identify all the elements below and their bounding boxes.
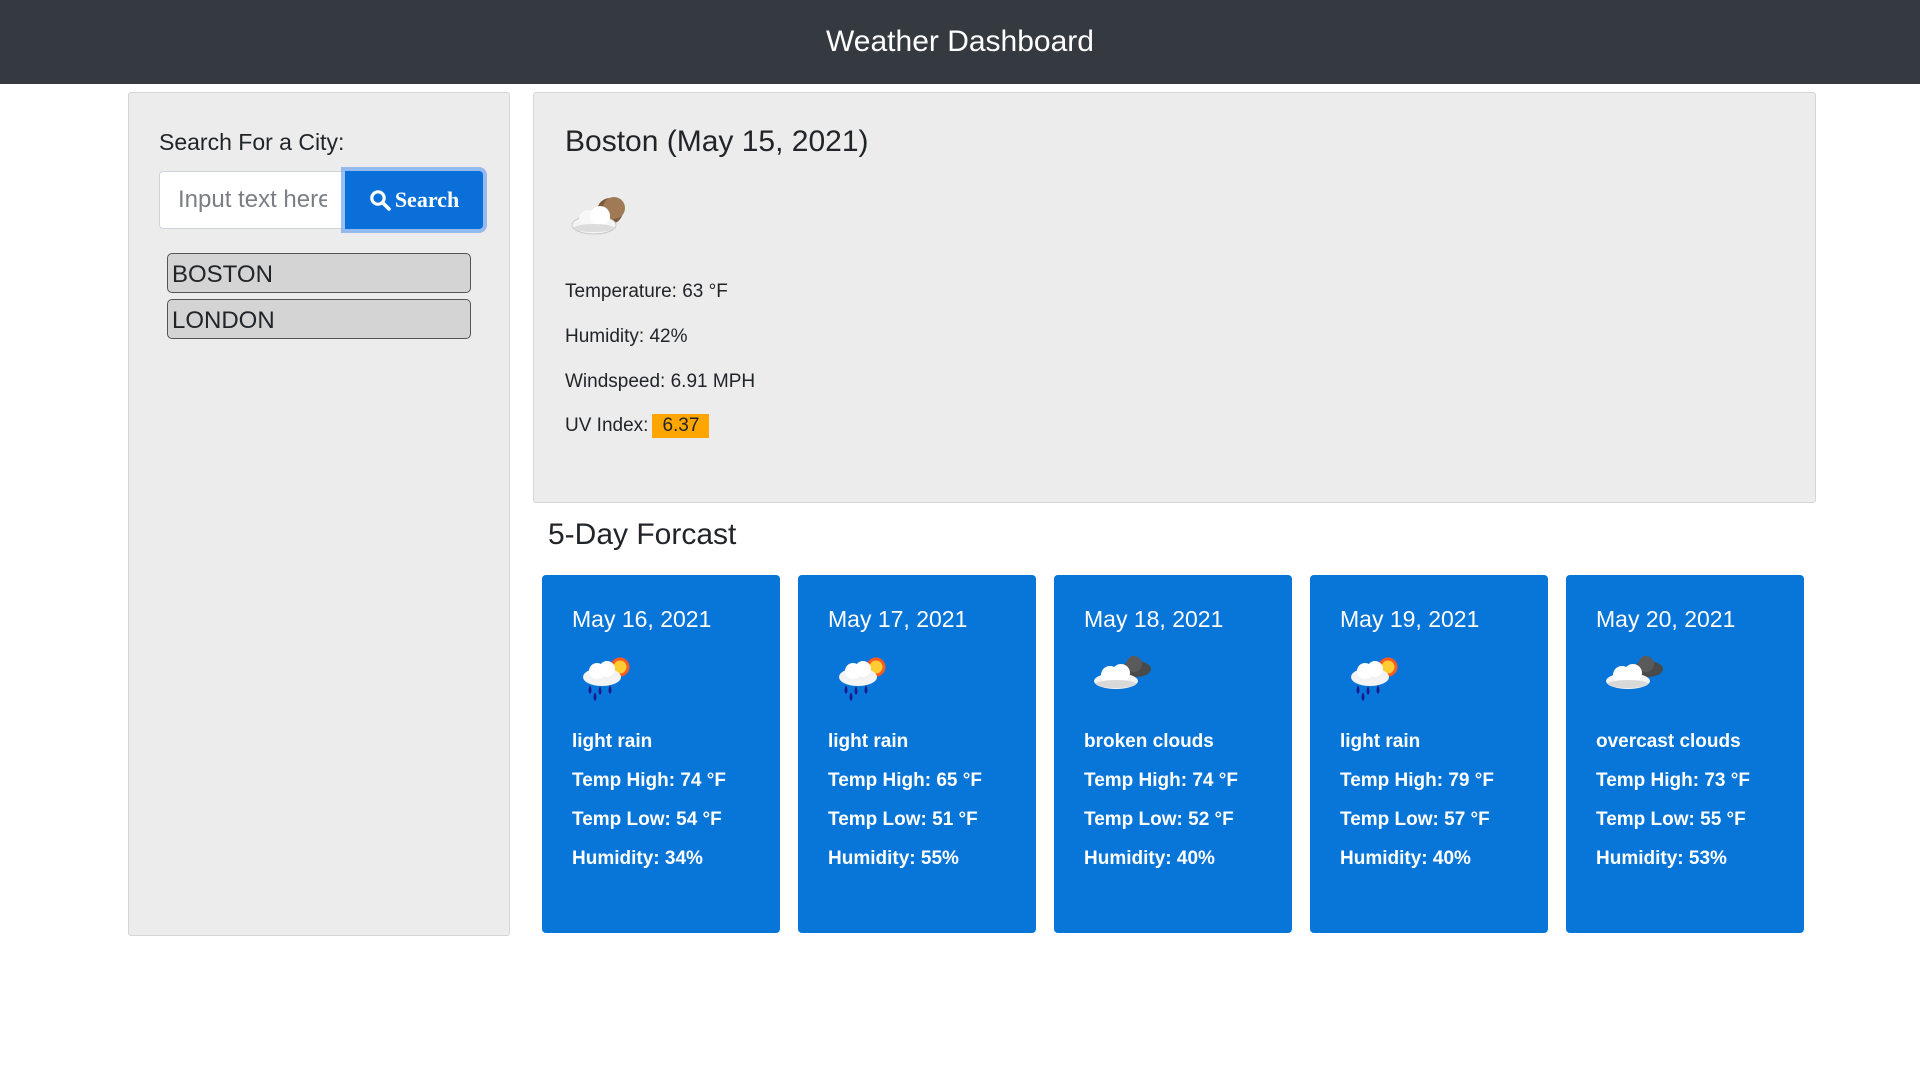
search-icon bbox=[369, 189, 391, 211]
forecast-humidity: Humidity: 34% bbox=[572, 848, 703, 869]
few-clouds-night-icon bbox=[568, 193, 632, 246]
search-history-list: BOSTON LONDON bbox=[167, 253, 471, 345]
forecast-humidity: Humidity: 55% bbox=[828, 848, 959, 869]
forecast-temp-high: Temp High: 73 °F bbox=[1596, 770, 1750, 791]
uv-label: UV Index: bbox=[565, 415, 649, 436]
history-item-boston[interactable]: BOSTON bbox=[167, 253, 471, 293]
forecast-card: May 16, 2021 light rain Temp High: 74 °F… bbox=[542, 575, 780, 933]
forecast-description: broken clouds bbox=[1084, 731, 1214, 752]
forecast-temp-low: Temp Low: 54 °F bbox=[572, 809, 722, 830]
search-panel: Search For a City: Search BOSTON LONDON bbox=[128, 92, 510, 936]
forecast-temp-high: Temp High: 65 °F bbox=[828, 770, 982, 791]
forecast-date: May 20, 2021 bbox=[1596, 606, 1736, 632]
forecast-card: May 19, 2021 light rain Temp High: 79 °F… bbox=[1310, 575, 1548, 933]
top-navbar: Weather Dashboard bbox=[0, 0, 1920, 84]
forecast-card: May 17, 2021 light rain Temp High: 65 °F… bbox=[798, 575, 1036, 933]
city-search-input[interactable] bbox=[159, 171, 345, 229]
current-humidity: Humidity: 42% bbox=[565, 326, 688, 347]
forecast-temp-high: Temp High: 74 °F bbox=[1084, 770, 1238, 791]
forecast-description: overcast clouds bbox=[1596, 731, 1741, 752]
forecast-card: May 18, 2021 broken clouds Temp High: 74… bbox=[1054, 575, 1292, 933]
forecast-temp-low: Temp Low: 55 °F bbox=[1596, 809, 1746, 830]
forecast-date: May 16, 2021 bbox=[572, 606, 712, 632]
forecast-temp-low: Temp Low: 52 °F bbox=[1084, 809, 1234, 830]
search-button-label: Search bbox=[394, 187, 460, 212]
rain-sun-icon bbox=[578, 653, 638, 708]
app-title: Weather Dashboard bbox=[826, 25, 1094, 58]
current-windspeed: Windspeed: 6.91 MPH bbox=[565, 371, 756, 392]
current-temperature: Temperature: 63 °F bbox=[565, 281, 728, 302]
forecast-humidity: Humidity: 53% bbox=[1596, 848, 1727, 869]
forecast-temp-high: Temp High: 74 °F bbox=[572, 770, 726, 791]
rain-sun-icon bbox=[834, 653, 894, 708]
forecast-temp-low: Temp Low: 51 °F bbox=[828, 809, 978, 830]
forecast-description: light rain bbox=[1340, 731, 1421, 752]
forecast-humidity: Humidity: 40% bbox=[1340, 848, 1471, 869]
broken-clouds-icon bbox=[1090, 653, 1156, 702]
forecast-title: 5-Day Forcast bbox=[548, 518, 737, 551]
current-uv-row: UV Index: 6.37 bbox=[565, 414, 710, 438]
forecast-row: May 16, 2021 light rain Temp High: 74 °F… bbox=[542, 575, 1804, 933]
current-city-heading: Boston (May 15, 2021) bbox=[565, 125, 869, 158]
rain-sun-icon bbox=[1346, 653, 1406, 708]
current-weather-panel: Boston (May 15, 2021) Temperature: 63 °F… bbox=[533, 92, 1816, 503]
uv-index-badge: 6.37 bbox=[652, 414, 710, 438]
forecast-temp-high: Temp High: 79 °F bbox=[1340, 770, 1494, 791]
search-group: Search bbox=[159, 171, 483, 229]
forecast-date: May 18, 2021 bbox=[1084, 606, 1224, 632]
forecast-humidity: Humidity: 40% bbox=[1084, 848, 1215, 869]
forecast-date: May 19, 2021 bbox=[1340, 606, 1480, 632]
overcast-clouds-icon bbox=[1602, 653, 1668, 702]
forecast-description: light rain bbox=[828, 731, 909, 752]
forecast-temp-low: Temp Low: 57 °F bbox=[1340, 809, 1490, 830]
search-button[interactable]: Search bbox=[345, 171, 483, 229]
history-item-london[interactable]: LONDON bbox=[167, 299, 471, 339]
search-label: Search For a City: bbox=[159, 129, 345, 155]
forecast-date: May 17, 2021 bbox=[828, 606, 968, 632]
forecast-card: May 20, 2021 overcast clouds Temp High: … bbox=[1566, 575, 1804, 933]
forecast-description: light rain bbox=[572, 731, 653, 752]
